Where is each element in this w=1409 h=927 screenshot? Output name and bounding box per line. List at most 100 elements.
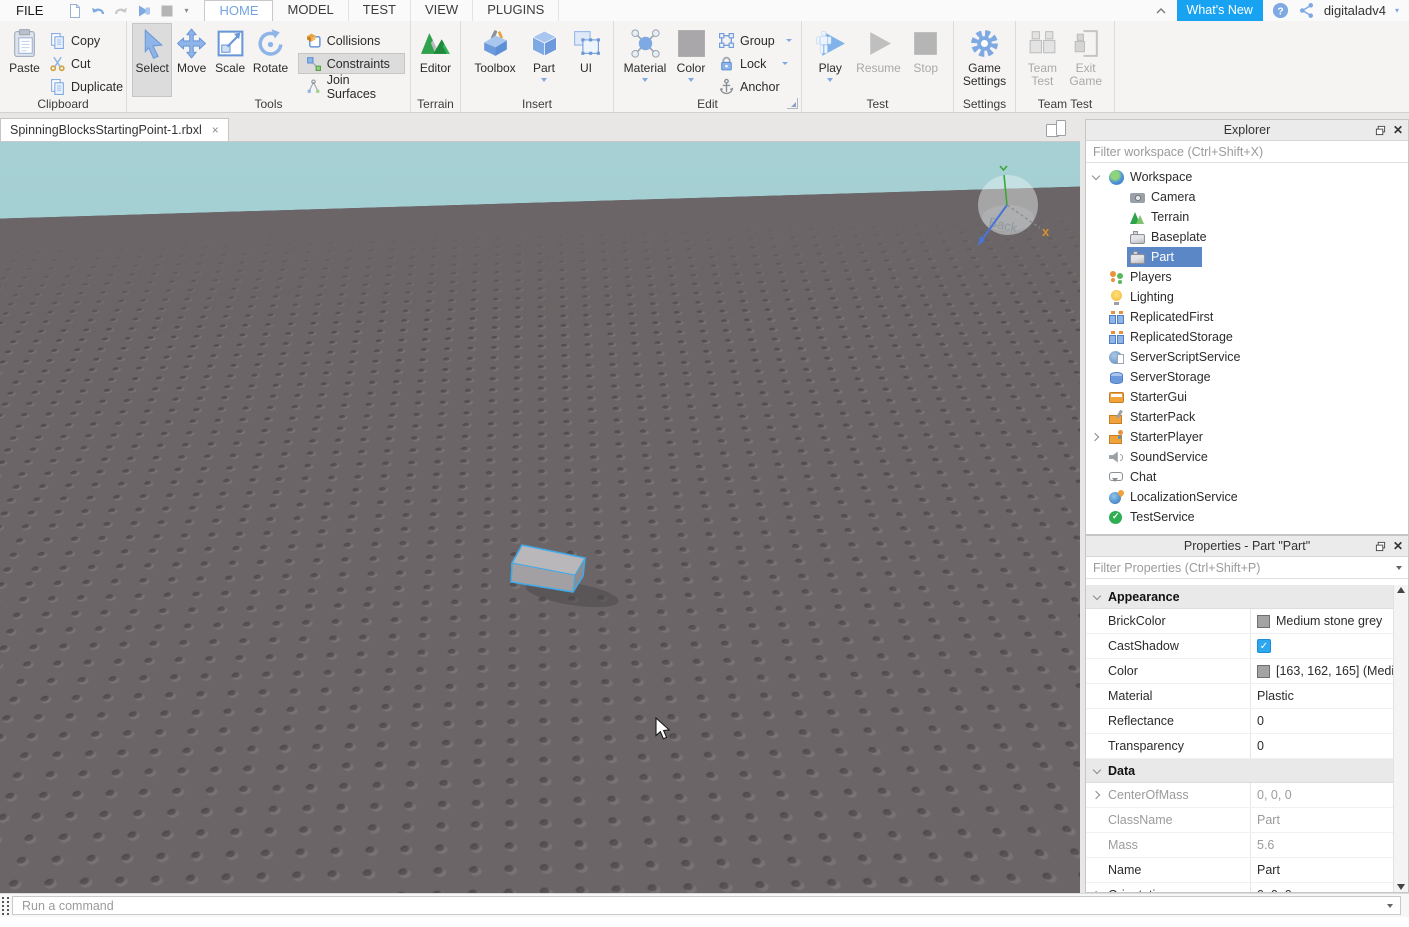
color-dropdown-caret-icon[interactable] [688,78,694,82]
lock-caret-icon[interactable] [782,62,788,65]
tab-test[interactable]: TEST [349,0,411,21]
duplicate-button[interactable]: Duplicate [42,76,130,97]
property-value[interactable]: 5.6 [1250,833,1393,857]
property-section-appearance[interactable]: Appearance [1086,585,1393,609]
explorer-item-lighting[interactable]: Lighting [1086,287,1408,307]
property-row-mass[interactable]: Mass 5.6 [1086,833,1393,858]
material-dropdown-caret-icon[interactable] [642,78,648,82]
help-icon[interactable] [1272,2,1289,19]
game-settings-button[interactable]: Game Settings [959,23,1010,89]
chevron-down-icon[interactable] [1086,171,1106,181]
play-button[interactable]: Play [810,23,850,83]
property-row-classname[interactable]: ClassName Part [1086,808,1393,833]
properties-float-icon[interactable] [1375,541,1386,552]
explorer-item-part[interactable]: Part [1086,247,1408,267]
property-row-reflectance[interactable]: Reflectance 0 [1086,709,1393,734]
explorer-item-terrain[interactable]: Terrain [1086,207,1408,227]
tab-home[interactable]: HOME [204,0,274,21]
collisions-button[interactable]: Collisions [298,30,405,51]
copy-button[interactable]: Copy [42,30,130,51]
play-dropdown-caret-icon[interactable] [827,78,834,82]
document-tab[interactable]: SpinningBlocksStartingPoint-1.rbxl × [0,118,229,141]
tab-plugins[interactable]: PLUGINS [473,0,560,21]
constraints-button[interactable]: Constraints [297,53,405,74]
properties-scrollbar[interactable] [1393,585,1408,892]
resume-button[interactable]: Resume [854,23,904,76]
property-value[interactable]: 0 [1250,709,1393,733]
property-row-name[interactable]: Name Part [1086,858,1393,883]
stop-quick-icon[interactable] [159,3,175,19]
explorer-item-serverstorage[interactable]: ServerStorage [1086,367,1408,387]
property-value[interactable]: Part [1250,858,1393,882]
explorer-float-icon[interactable] [1375,125,1386,136]
join-surfaces-button[interactable]: Join Surfaces [298,73,405,101]
anchor-button[interactable]: Anchor [711,76,795,97]
explorer-item-baseplate[interactable]: Baseplate [1086,227,1408,247]
group-caret-icon[interactable] [785,39,792,42]
property-row-centerofmass[interactable]: CenterOfMass 0, 0, 0 [1086,783,1393,808]
move-tool-button[interactable]: Move [172,23,210,76]
chevron-down-icon[interactable] [1086,591,1108,600]
property-value[interactable]: 0 [1250,734,1393,758]
explorer-item-replicatedfirst[interactable]: ReplicatedFirst [1086,307,1408,327]
username[interactable]: digitaladv4 [1324,3,1386,18]
explorer-item-localizationservice[interactable]: LocalizationService [1086,487,1408,507]
tab-view[interactable]: VIEW [411,0,474,21]
select-tool-button[interactable]: Select [132,23,173,97]
lock-button[interactable]: Lock [711,53,795,74]
paste-button[interactable]: Paste [7,23,42,76]
ui-button[interactable]: UI [568,23,604,76]
stop-button[interactable]: Stop [907,23,945,76]
explorer-item-soundservice[interactable]: SoundService [1086,447,1408,467]
explorer-filter-input[interactable]: Filter workspace (Ctrl+Shift+X) [1086,141,1408,163]
exit-game-button[interactable]: Exit Game [1064,23,1108,89]
property-row-transparency[interactable]: Transparency 0 [1086,734,1393,759]
properties-rows[interactable]: Appearance BrickColor Medium stone grey Cas… [1086,585,1393,892]
explorer-tree[interactable]: Workspace Camera Terrain Baseplate Part Playe… [1086,163,1408,534]
cut-button[interactable]: Cut [42,53,130,74]
command-history-caret-icon[interactable] [1387,903,1393,908]
property-section-data[interactable]: Data [1086,759,1393,783]
explorer-item-serverscriptservice[interactable]: ServerScriptService [1086,347,1408,367]
tab-close-icon[interactable]: × [212,123,219,137]
undo-icon[interactable] [90,3,106,19]
toolbox-button[interactable]: Toolbox [470,23,520,76]
chevron-down-icon[interactable] [1086,765,1108,774]
command-input[interactable]: Run a command [12,896,1401,915]
properties-close-icon[interactable]: ✕ [1393,540,1403,552]
property-value[interactable]: Plastic [1250,684,1393,708]
insert-part-button[interactable]: Part [524,23,564,83]
whats-new-button[interactable]: What's New [1176,0,1263,21]
explorer-item-starterplayer[interactable]: StarterPlayer [1086,427,1408,447]
baseplate-ground[interactable] [0,183,1080,893]
file-menu[interactable]: FILE [0,0,59,21]
property-row-color[interactable]: Color [163, 162, 165] (Medi... [1086,659,1393,684]
property-row-material[interactable]: Material Plastic [1086,684,1393,709]
account-caret-icon[interactable]: ▾ [1395,6,1399,15]
explorer-item-startergui[interactable]: StarterGui [1086,387,1408,407]
3d-viewport[interactable]: Back x [0,142,1080,893]
command-bar-grip[interactable] [2,896,9,915]
explorer-item-chat[interactable]: Chat [1086,467,1408,487]
property-value[interactable]: 0, 0, 0 [1250,783,1393,807]
color-swatch-icon[interactable] [1257,664,1270,678]
chevron-right-icon[interactable] [1086,432,1106,442]
color-swatch-icon[interactable] [1257,614,1270,628]
group-button[interactable]: Group [711,30,795,51]
scale-tool-button[interactable]: Scale [211,23,249,76]
device-emulation-icon[interactable] [1044,118,1072,138]
new-file-icon[interactable] [67,3,83,19]
properties-filter-caret-icon[interactable] [1396,565,1402,570]
properties-filter-input[interactable]: Filter Properties (Ctrl+Shift+P) [1086,557,1408,579]
explorer-item-players[interactable]: Players [1086,267,1408,287]
explorer-item-starterpack[interactable]: StarterPack [1086,407,1408,427]
explorer-close-icon[interactable]: ✕ [1393,124,1403,136]
collapse-ribbon-icon[interactable] [1154,4,1168,18]
terrain-editor-button[interactable]: Editor [416,23,455,76]
property-value[interactable]: ✓ [1250,634,1393,658]
property-value[interactable]: 0, 0, 0 [1250,883,1393,892]
checkbox-checked-icon[interactable]: ✓ [1257,639,1271,653]
chevron-right-icon[interactable] [1086,790,1108,800]
explorer-item-camera[interactable]: Camera [1086,187,1408,207]
property-value[interactable]: Medium stone grey [1250,609,1393,633]
